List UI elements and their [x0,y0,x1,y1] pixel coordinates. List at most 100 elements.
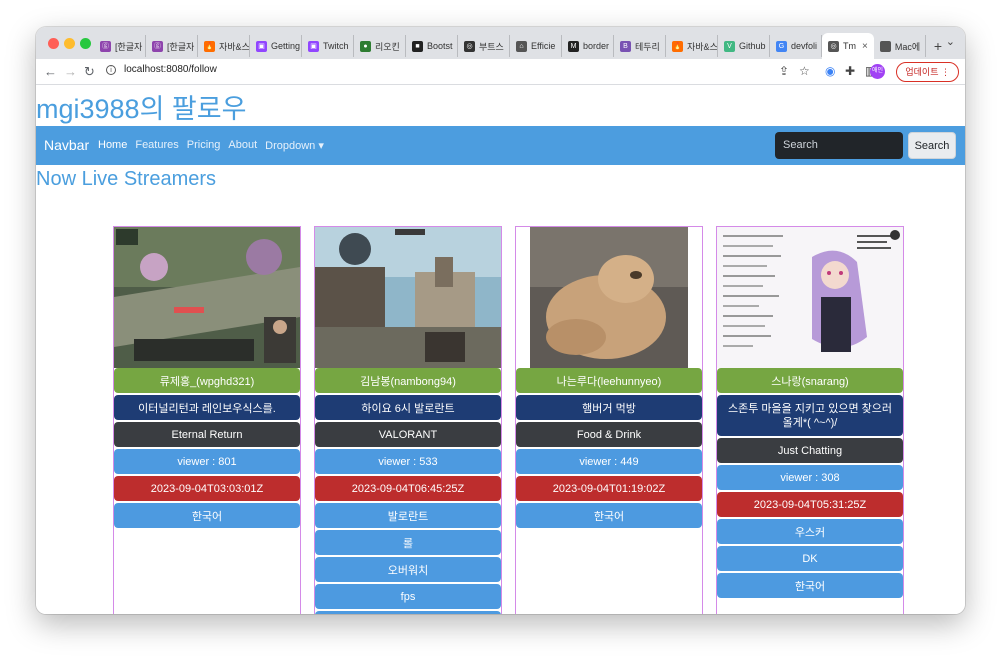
tab-close-icon[interactable]: × [862,41,868,52]
streamer-card[interactable]: 김남봉(nambong94) 하이요 6시 발로란트 VALORANT view… [314,226,502,614]
tab-favicon-icon: ⓖ [152,40,163,52]
minimize-window-button[interactable] [64,38,75,49]
stream-tag[interactable]: 한국어 [717,573,903,598]
stream-game: VALORANT [315,422,501,447]
tab-search-icon[interactable]: ⌄ [946,35,955,48]
stream-title: 하이요 6시 발로란트 [315,395,501,420]
tab-label: 리오킨 [375,41,400,52]
browser-tab[interactable]: ◎ Tm × [822,33,874,59]
tab-favicon-icon: 🔥 [672,40,683,52]
address-bar[interactable]: i localhost:8080/follow [106,64,217,75]
browser-tab[interactable]: ● 리오킨 [354,35,406,57]
nav-link-home[interactable]: Home [98,139,127,152]
browser-tab[interactable]: ◎ 부트스 [458,35,510,57]
stream-tag[interactable]: fps [315,584,501,609]
browser-tab[interactable]: ⓖ [한글자 [146,35,198,57]
tab-bar: ⓖ [한글자 ⓖ [한글자 🔥 자바&스 ▣ Getting ▣ Twitch ● 리오킨 ■ Boots… [36,27,965,59]
streamer-card[interactable]: 스나랑(snarang) 스존투 마을을 지키고 있으면 찾으러 올게*( ^~… [716,226,904,614]
stream-tag[interactable]: DK [717,546,903,571]
page-content: mgi3988의 팔로우 Navbar Home Features Pricin… [36,86,965,614]
stream-title: 햄버거 먹방 [516,395,702,420]
tab-label: Mac에 [894,41,921,52]
streamer-name: 류제홍_(wpghd321) [114,368,300,393]
browser-tab[interactable]: ⓖ [한글자 [94,35,146,57]
browser-tab[interactable]: ▣ Getting [250,35,302,57]
stream-tag[interactable]: 롤 [315,530,501,555]
navbar-brand[interactable]: Navbar [44,137,89,153]
stream-tag[interactable]: 오버워치 [315,557,501,582]
tab-label: 자바&스 [219,41,250,52]
stream-tag[interactable]: 한국어 [114,503,300,528]
search-input[interactable]: Search [775,132,903,159]
browser-tab[interactable]: Mac에 [874,35,926,57]
streamer-name: 스나랑(snarang) [717,368,903,393]
tab-favicon-icon: ⌂ [516,40,527,52]
stream-start-time: 2023-09-04T06:45:25Z [315,476,501,501]
nav-link-features[interactable]: Features [135,139,178,152]
stream-start-time: 2023-09-04T01:19:02Z [516,476,702,501]
profile-avatar[interactable]: 애인 [870,64,885,79]
new-tab-icon[interactable]: + [934,38,942,54]
browser-tab[interactable]: Gdevfoli [770,35,822,57]
stream-thumbnail[interactable] [315,227,501,368]
close-window-button[interactable] [48,38,59,49]
zoom-window-button[interactable] [80,38,91,49]
browser-tab[interactable]: 🔥 자바&스 [666,35,718,57]
stream-tag-partial[interactable] [315,611,501,614]
browser-window: ⓖ [한글자 ⓖ [한글자 🔥 자바&스 ▣ Getting ▣ Twitch ● 리오킨 ■ Boots… [36,27,965,614]
search-button[interactable]: Search [908,132,956,159]
update-button[interactable]: 업데이트 ⋮ [896,62,959,82]
stream-tag[interactable]: 한국어 [516,503,702,528]
site-info-icon[interactable]: i [106,65,116,75]
tab-label: 부트스 [479,41,504,52]
browser-tab[interactable]: ▣ Twitch [302,35,354,57]
stream-thumbnail[interactable] [516,227,702,368]
url-text: localhost:8080/follow [124,64,217,75]
streamer-name: 나는루다(leehunnyeo) [516,368,702,393]
nav-dropdown[interactable]: Dropdown ▾ [265,139,324,152]
stream-title: 이터널리턴과 레인보우식스를. [114,395,300,420]
tab-favicon-icon: ■ [412,40,423,52]
extension-color-icon[interactable]: ◉ [825,64,835,78]
stream-thumbnail[interactable] [717,227,903,368]
tab-label: Getting [271,41,301,51]
viewer-count: viewer : 449 [516,449,702,474]
page-title: mgi3988의 팔로우 [36,94,247,124]
stream-tag[interactable]: 발로란트 [315,503,501,528]
tab-label: 테두리 [635,41,660,52]
browser-tab[interactable]: B 테두리 [614,35,666,57]
tab-favicon-icon [879,40,891,52]
browser-tab[interactable]: ■ Bootst [406,35,458,57]
tab-label: [한글자 [115,41,143,52]
share-icon[interactable]: ⇪ [779,64,789,78]
viewer-count: viewer : 801 [114,449,300,474]
tab-favicon-icon: ▣ [308,40,319,52]
browser-tab[interactable]: ⌂ Efficie [510,35,562,57]
reload-icon[interactable]: ↻ [84,64,95,80]
back-icon[interactable]: ← [44,64,57,79]
section-title: Now Live Streamers [36,168,217,190]
tab-favicon-icon: ⓖ [100,40,111,52]
extensions-puzzle-icon[interactable]: ✚ [845,64,855,78]
tab-favicon-icon: ▣ [256,40,267,52]
forward-icon[interactable]: → [64,64,77,79]
stream-title: 스존투 마을을 지키고 있으면 찾으러 올게*( ^~^)/ [717,395,903,436]
browser-tab[interactable]: Mborder [562,35,614,57]
browser-tab[interactable]: 🔥 자바&스 [198,35,250,57]
bookmark-star-icon[interactable]: ☆ [799,64,810,78]
streamer-card[interactable]: 나는루다(leehunnyeo) 햄버거 먹방 Food & Drink vie… [515,226,703,614]
nav-link-pricing[interactable]: Pricing [187,139,221,152]
navbar: Navbar Home Features Pricing About Dropd… [36,126,965,165]
tab-strip: ⓖ [한글자 ⓖ [한글자 🔥 자바&스 ▣ Getting ▣ Twitch ● 리오킨 ■ Boots… [94,33,942,59]
tab-favicon-icon: G [776,40,787,52]
tab-label: devfoli [791,41,818,51]
browser-tab[interactable]: V Github [718,35,770,57]
tab-favicon-icon: ◎ [828,40,839,52]
stream-thumbnail[interactable] [114,227,300,368]
browser-toolbar: ← → ↻ ilocalhost:8080/follow ⇪ ☆ ◉ ✚ ▥ 애… [36,59,965,85]
tab-favicon-icon: ● [360,40,371,52]
streamer-card[interactable]: 류제홍_(wpghd321) 이터널리턴과 레인보우식스를. Eternal R… [113,226,301,614]
nav-link-about[interactable]: About [228,139,257,152]
stream-tag[interactable]: 우스커 [717,519,903,544]
tab-label: Bootst [427,41,453,51]
